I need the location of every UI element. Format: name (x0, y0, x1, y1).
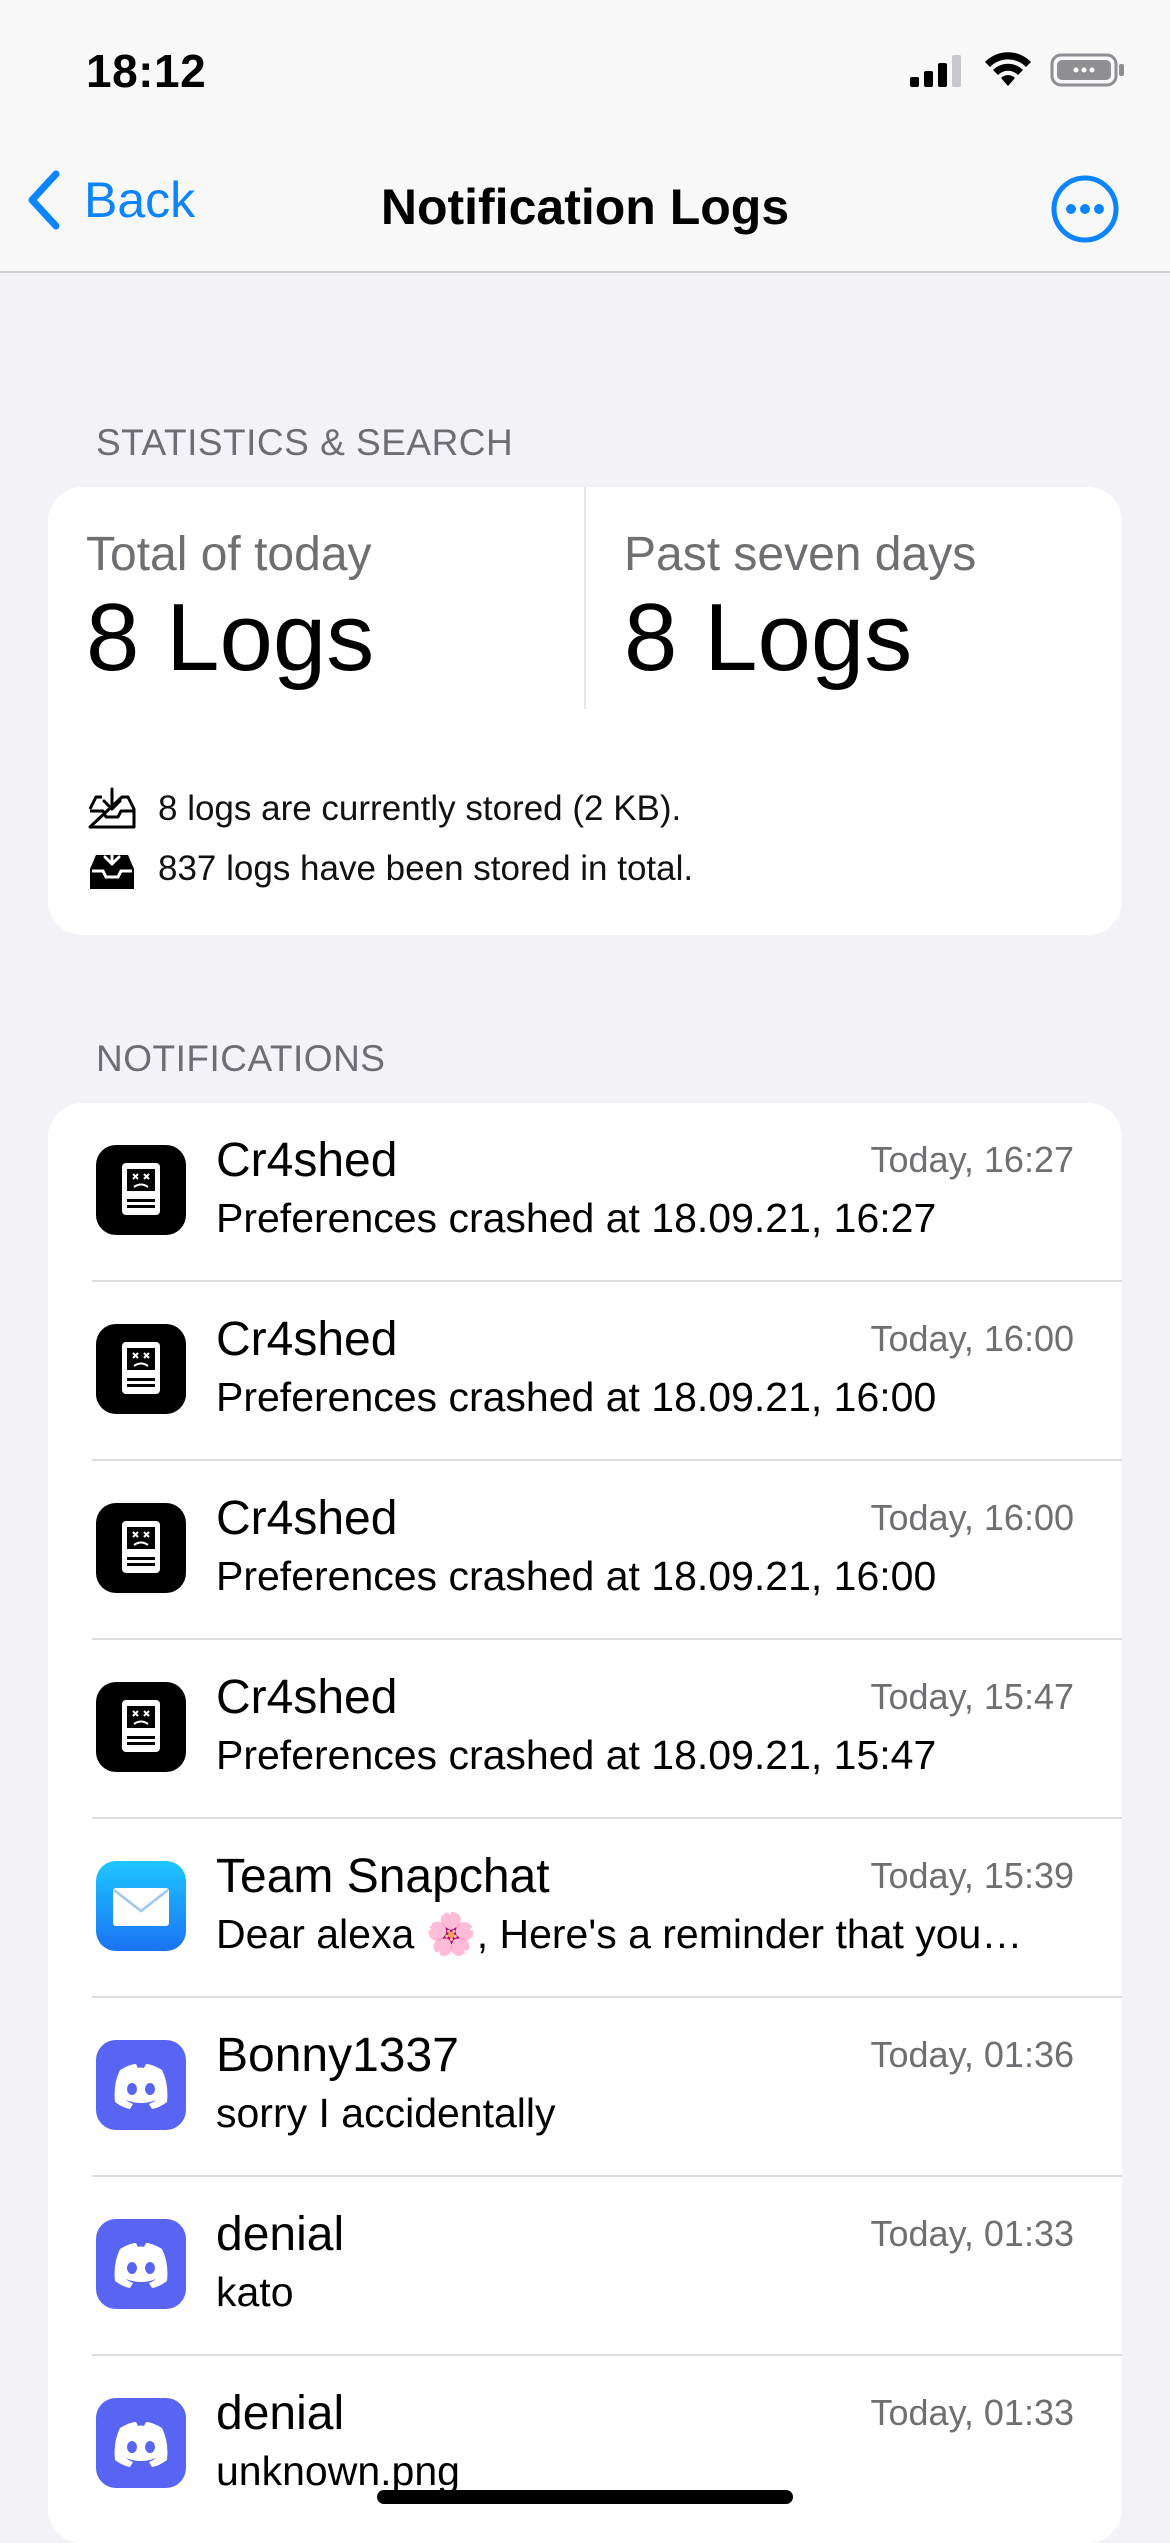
notification-time: Today, 15:47 (870, 1676, 1074, 1717)
wifi-icon (985, 52, 1031, 86)
cr4shed-icon (96, 1503, 186, 1593)
notification-time: Today, 16:00 (870, 1497, 1074, 1538)
list-item[interactable]: denial Today, 01:33 unknown.png (48, 2356, 1122, 2535)
statistics-section-header: STATISTICS & SEARCH (96, 422, 514, 463)
page-title: Notification Logs (380, 179, 790, 235)
app-name: Cr4shed (216, 1313, 398, 1366)
stat-divider (584, 487, 586, 709)
battery-icon (1050, 53, 1124, 87)
statistics-card: Total of today 8 Logs Past seven days 8 … (48, 487, 1122, 935)
discord-icon (96, 2398, 186, 2488)
cr4shed-icon (96, 1324, 186, 1414)
cr4shed-icon (96, 1145, 186, 1235)
discord-icon (96, 2219, 186, 2309)
notification-message: Preferences crashed at 18.09.21, 15:47 (216, 1732, 937, 1778)
app-name: Cr4shed (216, 1492, 398, 1545)
total-info-row: 837 logs have been stored in total. (86, 847, 693, 891)
ellipsis-circle-icon (1051, 175, 1119, 243)
app-name: Cr4shed (216, 1671, 398, 1724)
tray-filled-icon (90, 847, 134, 889)
notification-time: Today, 15:39 (870, 1855, 1074, 1896)
week-value: 8 Logs (624, 584, 913, 691)
app-name: denial (216, 2208, 345, 2261)
mail-icon (96, 1861, 186, 1951)
notification-time: Today, 16:00 (870, 1318, 1074, 1359)
list-item[interactable]: Bonny1337 Today, 01:36 sorry I accidenta… (48, 1998, 1122, 2177)
discord-icon (96, 2040, 186, 2130)
notification-message: unknown.png (216, 2448, 460, 2494)
week-label: Past seven days (624, 528, 977, 581)
list-item[interactable]: Cr4shed Today, 16:00 Preferences crashed… (48, 1282, 1122, 1461)
notification-message: Dear alexa 🌸, Here's a reminder that you… (216, 1911, 1023, 1957)
more-options-button[interactable] (1050, 174, 1120, 249)
status-icons (910, 52, 1126, 88)
today-label: Total of today (86, 528, 372, 581)
list-item[interactable]: Cr4shed Today, 15:47 Preferences crashed… (48, 1640, 1122, 1819)
notification-message: Preferences crashed at 18.09.21, 16:00 (216, 1374, 937, 1420)
list-item[interactable]: denial Today, 01:33 kato (48, 2177, 1122, 2356)
cellular-signal-icon (910, 55, 961, 87)
list-item[interactable]: Cr4shed Today, 16:27 Preferences crashed… (48, 1103, 1122, 1282)
total-info-text: 837 logs have been stored in total. (158, 849, 694, 888)
notifications-card: Cr4shed Today, 16:27 Preferences crashed… (48, 1103, 1122, 2543)
app-name: Cr4shed (216, 1134, 398, 1187)
tray-download-icon (88, 787, 136, 829)
cr4shed-icon (96, 1682, 186, 1772)
navigation-bar: 18:12 Back Notification Logs (0, 0, 1170, 273)
app-name: Team Snapchat (216, 1850, 550, 1903)
stored-info-text: 8 logs are currently stored (2 KB). (158, 789, 682, 828)
week-stat: Past seven days 8 Logs (624, 527, 976, 689)
list-item[interactable]: Cr4shed Today, 16:00 Preferences crashed… (48, 1461, 1122, 1640)
app-name: denial (216, 2387, 345, 2440)
notification-message: sorry I accidentally (216, 2090, 556, 2136)
stored-info-row: 8 logs are currently stored (2 KB). (86, 787, 681, 831)
notification-time: Today, 01:33 (870, 2392, 1074, 2433)
notification-time: Today, 01:36 (870, 2034, 1074, 2075)
notification-message: kato (216, 2269, 294, 2315)
status-time: 18:12 (86, 45, 207, 97)
notification-time: Today, 16:27 (870, 1139, 1074, 1180)
today-value: 8 Logs (86, 584, 375, 691)
app-name: Bonny1337 (216, 2029, 459, 2082)
notification-message: Preferences crashed at 18.09.21, 16:00 (216, 1553, 937, 1599)
notifications-section-header: NOTIFICATIONS (96, 1038, 386, 1079)
notification-time: Today, 01:33 (870, 2213, 1074, 2254)
home-indicator[interactable] (377, 2490, 793, 2504)
notification-message: Preferences crashed at 18.09.21, 16:27 (216, 1195, 937, 1241)
today-stat: Total of today 8 Logs (86, 527, 374, 689)
list-item[interactable]: Team Snapchat Today, 15:39 Dear alexa 🌸,… (48, 1819, 1122, 1998)
